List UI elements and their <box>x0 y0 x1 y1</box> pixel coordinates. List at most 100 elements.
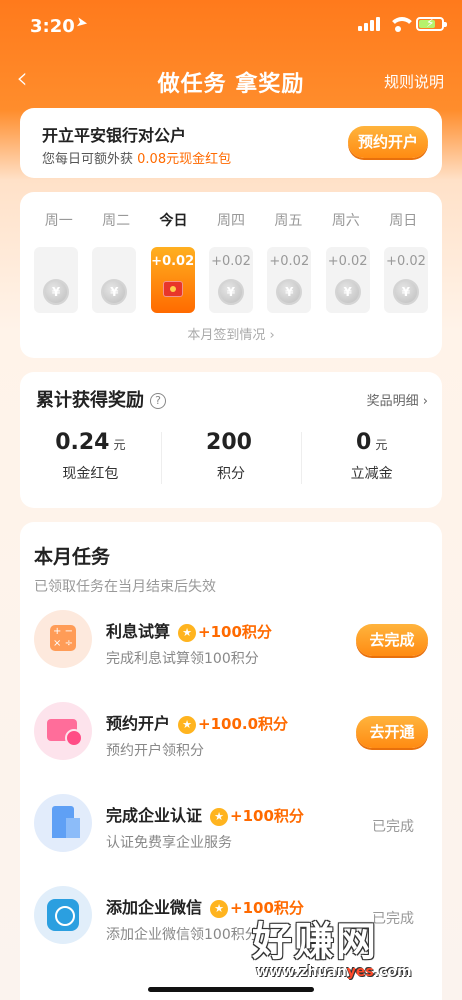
rules-link[interactable]: 规则说明 <box>384 71 444 92</box>
task-points: +100积分 <box>198 623 272 641</box>
wecom-icon <box>34 886 92 944</box>
day-label: 周二 <box>102 213 131 229</box>
watermark: 好赚网 www.zhuanyes.com <box>252 920 452 992</box>
coin-icon: ¥ <box>217 279 244 305</box>
checkin-amount: +0.02 <box>211 254 251 269</box>
task-points: +100积分 <box>230 899 304 917</box>
day-label-today: 今日 <box>159 213 188 229</box>
checkin-cell[interactable]: +0.02 ¥ <box>325 247 370 313</box>
checkin-cell[interactable]: +0.02 ¥ <box>383 247 428 313</box>
coin-icon: ¥ <box>43 279 69 305</box>
star-badge-icon: ★ <box>178 624 197 642</box>
watermark-url-b: yes <box>346 964 374 980</box>
task-item-verify: 完成企业认证 ★ +100积分 认证免费享企业服务 已完成 <box>20 794 442 864</box>
watermark-url-a: www.zhuan <box>256 964 347 980</box>
reward-number: 200 <box>206 430 252 455</box>
task-name: 完成企业认证 ★ +100积分 <box>106 802 304 826</box>
reward-stat-points: 200 积分 <box>160 430 302 484</box>
day-label: 周六 <box>331 213 360 229</box>
location-icon: ➤ <box>74 14 90 32</box>
watermark-url-c: .com <box>373 964 412 980</box>
book-account-button[interactable]: 预约开户 <box>348 126 428 158</box>
day-label: 周四 <box>216 213 245 229</box>
coin-icon: ¥ <box>101 279 128 305</box>
open-account-bonus: 0.08元现金红包 <box>137 152 232 167</box>
reward-value: 0.24 元 <box>20 430 161 455</box>
nav-bar: ‹ 做任务 拿奖励 规则说明 <box>0 58 462 104</box>
open-account-card: 开立平安银行对公户 您每日可额外获 0.08元现金红包 预约开户 <box>20 108 442 178</box>
tasks-title: 本月任务 <box>34 546 111 568</box>
reward-stat-discount: 0元 立减金 <box>301 430 442 484</box>
reward-name: 立减金 <box>350 466 393 482</box>
reward-stats: 0.24 元 现金红包 200 积分 0元 立减金 <box>20 430 442 484</box>
checkin-cell[interactable]: +0.02 ¥ <box>208 247 253 313</box>
reward-value: 200 <box>161 430 302 455</box>
open-account-desc-text: 您每日可额外获 <box>42 152 134 167</box>
day-label: 周日 <box>389 213 418 229</box>
red-envelope-icon <box>162 281 183 297</box>
reward-value: 0元 <box>301 430 442 455</box>
reward-number: 0.24 <box>55 430 110 455</box>
week-days: 周一 周二 今日 周四 周五 周六 周日 <box>30 210 432 230</box>
task-status: 已完成 <box>372 819 414 835</box>
reward-name: 积分 <box>217 466 245 482</box>
day-label: 周五 <box>274 213 303 229</box>
building-icon <box>34 794 92 852</box>
task-name-text: 完成企业认证 <box>106 806 203 825</box>
star-badge-icon: ★ <box>178 716 197 734</box>
reward-unit: 元 <box>375 438 388 452</box>
calculator-icon: + − × ÷ <box>34 610 92 668</box>
open-account-task-button[interactable]: 去开通 <box>356 716 428 748</box>
wifi-icon <box>388 17 416 32</box>
task-name-text: 预约开户 <box>106 714 171 733</box>
coin-icon: ¥ <box>334 279 361 305</box>
checkin-amount: +0.02 <box>151 254 195 269</box>
star-badge-icon: ★ <box>210 808 229 826</box>
signal-icon <box>358 17 380 31</box>
checkin-cell-today[interactable]: +0.02 <box>150 247 195 313</box>
home-indicator[interactable] <box>148 987 314 992</box>
checkin-cell[interactable]: ¥ <box>92 247 137 313</box>
checkin-week-card: 周一 周二 今日 周四 周五 周六 周日 ¥ ¥ +0.02 +0.02 ¥ +0… <box>20 192 442 358</box>
task-name: 利息试算 ★ +100积分 <box>106 618 272 642</box>
task-item-interest: + − × ÷ 利息试算 ★ +100积分 完成利息试算领100积分 去完成 <box>20 610 442 680</box>
battery-icon: ⚡ <box>416 16 447 31</box>
status-bar: 3:20 ➤ ⚡ <box>0 0 462 50</box>
task-name-text: 利息试算 <box>106 622 171 641</box>
coin-icon: ¥ <box>276 279 303 305</box>
task-item-book-account: 预约开户 ★ +100.0积分 预约开户领积分 去开通 <box>20 702 442 772</box>
task-desc: 完成利息试算领100积分 <box>106 651 259 667</box>
complete-task-button[interactable]: 去完成 <box>356 624 428 656</box>
watermark-url: www.zhuanyes.com <box>256 964 452 980</box>
task-desc: 添加企业微信领100积分 <box>106 927 259 943</box>
checkin-amount: +0.02 <box>327 254 368 269</box>
reward-name: 现金红包 <box>62 466 119 482</box>
checkin-cell[interactable]: ¥ <box>34 247 78 313</box>
open-account-title: 开立平安银行对公户 <box>42 126 187 145</box>
account-card-icon <box>34 702 92 760</box>
status-time: 3:20 <box>30 16 75 37</box>
star-badge-icon: ★ <box>210 900 229 918</box>
rewards-card: 累计获得奖励? 奖品明细 › 0.24 元 现金红包 200 积分 0元 立减金 <box>20 372 442 508</box>
rewards-title: 累计获得奖励? <box>36 386 166 412</box>
reward-number: 0 <box>356 430 372 455</box>
open-account-desc: 您每日可额外获 0.08元现金红包 <box>42 148 231 167</box>
task-name: 添加企业微信 ★ +100积分 <box>106 894 304 918</box>
rewards-title-text: 累计获得奖励 <box>36 390 144 411</box>
day-label: 周一 <box>44 213 73 229</box>
reward-stat-cash: 0.24 元 现金红包 <box>20 430 161 483</box>
checkin-amount: +0.02 <box>269 254 310 269</box>
task-desc: 认证免费享企业服务 <box>106 835 232 851</box>
prize-details-link[interactable]: 奖品明细 › <box>367 390 428 409</box>
help-icon[interactable]: ? <box>150 393 166 409</box>
monthly-checkin-link[interactable]: 本月签到情况 › <box>20 324 442 343</box>
watermark-text: 好赚网 <box>252 919 378 965</box>
task-points: +100.0积分 <box>198 715 289 733</box>
task-desc: 预约开户领积分 <box>106 743 204 759</box>
task-name-text: 添加企业微信 <box>106 898 203 917</box>
week-cells: ¥ ¥ +0.02 +0.02 ¥ +0.02 ¥ +0.02 ¥ +0.02 ¥ <box>34 247 428 313</box>
status-icons: ⚡ <box>358 16 447 32</box>
checkin-cell[interactable]: +0.02 ¥ <box>267 247 312 313</box>
reward-unit: 元 <box>113 438 126 452</box>
task-points: +100积分 <box>230 807 304 825</box>
